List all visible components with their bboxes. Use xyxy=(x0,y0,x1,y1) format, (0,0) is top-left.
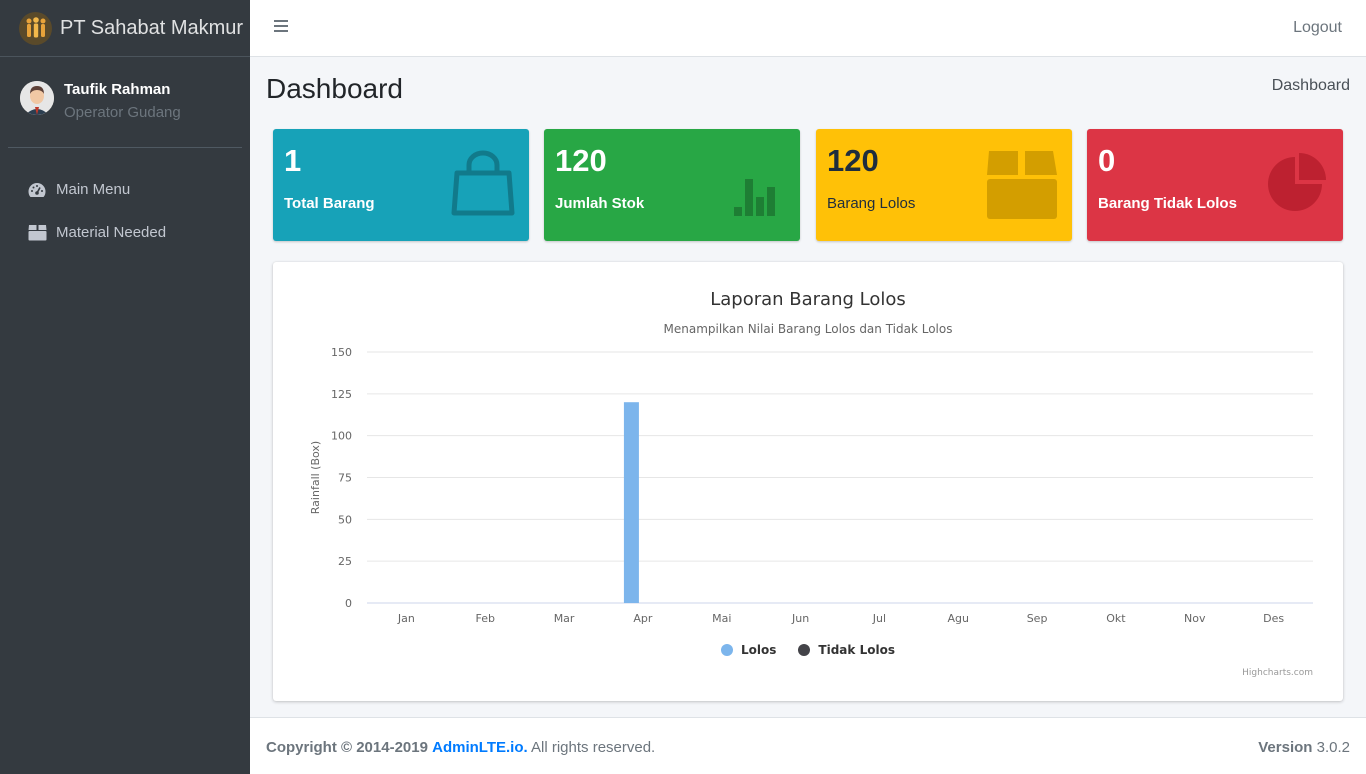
sidebar-item-material-needed[interactable]: Material Needed xyxy=(0,211,250,254)
brand-link[interactable]: PT Sahabat Makmur xyxy=(0,0,250,57)
tachometer-icon xyxy=(27,180,47,200)
copyright-text: Copyright © 2014-2019 xyxy=(266,739,428,756)
y-axis-label: Rainfall (Box) xyxy=(309,441,322,514)
bar-lolos xyxy=(623,402,639,603)
adminlte-link[interactable]: AdminLTE.io. xyxy=(432,739,528,756)
pie-chart-icon xyxy=(1265,149,1329,217)
archive-box-icon xyxy=(987,149,1057,219)
sidebar-item-label: Material Needed xyxy=(56,224,167,241)
stat-label: Total Barang xyxy=(284,195,375,212)
user-panel: Taufik Rahman Operator Gudang xyxy=(8,57,242,148)
legend-item-tidak-lolos[interactable]: Tidak Lolos xyxy=(798,643,895,657)
y-tick-label: 150 xyxy=(331,346,352,359)
user-name[interactable]: Taufik Rahman xyxy=(64,81,181,99)
hamburger-icon[interactable] xyxy=(274,20,288,34)
stat-label: Barang Lolos xyxy=(827,195,916,212)
legend-marker xyxy=(721,644,734,656)
bar-chart-icon xyxy=(722,149,786,217)
stat-value: 0 xyxy=(1098,143,1116,178)
sidebar-item-label: Main Menu xyxy=(56,181,131,198)
shopping-bag-icon xyxy=(451,149,515,217)
legend-label: Lolos xyxy=(741,643,777,657)
chart-card: Laporan Barang Lolos Menampilkan Nilai B… xyxy=(273,262,1343,701)
bar-chart: 0 25 50 75 100 125 150 Rainfall (Box) Jan Feb Mar A… xyxy=(309,346,1313,625)
x-tick-label: Des xyxy=(1263,612,1284,625)
sidebar: PT Sahabat Makmur Taufik Rahman Operator… xyxy=(0,0,250,774)
sidebar-item-main-menu[interactable]: Main Menu xyxy=(0,168,250,211)
y-tick-label: 25 xyxy=(338,555,352,568)
chart-legend: Lolos Tidak Lolos xyxy=(273,643,1343,657)
stat-value: 1 xyxy=(284,143,302,178)
stat-label: Jumlah Stok xyxy=(555,195,645,212)
y-tick-label: 100 xyxy=(331,430,352,443)
stat-value: 120 xyxy=(827,143,879,178)
page-title: Dashboard xyxy=(266,73,403,104)
breadcrumb[interactable]: Dashboard xyxy=(1272,77,1350,95)
stat-box-barang-tidak-lolos[interactable]: 0 Barang Tidak Lolos xyxy=(1087,129,1343,241)
stat-value: 120 xyxy=(555,143,607,178)
x-tick-label: Okt xyxy=(1106,612,1126,625)
x-tick-label: Jan xyxy=(397,612,415,625)
y-tick-label: 0 xyxy=(345,597,352,610)
sidebar-nav: Main Menu Material Needed xyxy=(0,168,250,254)
box-icon xyxy=(27,223,47,243)
legend-label: Tidak Lolos xyxy=(818,643,895,657)
x-tick-label: Nov xyxy=(1184,612,1206,625)
stat-label: Barang Tidak Lolos xyxy=(1098,195,1237,212)
footer: Copyright © 2014-2019 AdminLTE.io. All r… xyxy=(250,717,1366,774)
brand-name: PT Sahabat Makmur xyxy=(60,16,244,39)
x-tick-label: Apr xyxy=(633,612,653,625)
version-number: 3.0.2 xyxy=(1316,739,1350,756)
stat-box-total-barang[interactable]: 1 Total Barang xyxy=(273,129,529,241)
x-tick-label: Jun xyxy=(791,612,809,625)
version-label: Version xyxy=(1258,739,1313,756)
x-tick-label: Sep xyxy=(1027,612,1048,625)
legend-marker xyxy=(798,644,811,656)
x-tick-label: Agu xyxy=(948,612,969,625)
x-tick-label: Mai xyxy=(712,612,731,625)
x-tick-label: Feb xyxy=(476,612,495,625)
top-navbar: Logout xyxy=(250,0,1366,57)
people-group-icon xyxy=(19,11,52,45)
x-tick-label: Mar xyxy=(554,612,575,625)
stat-box-jumlah-stok[interactable]: 120 Jumlah Stok xyxy=(544,129,800,241)
legend-item-lolos[interactable]: Lolos xyxy=(721,643,776,657)
user-role: Operator Gudang xyxy=(64,104,181,121)
y-tick-label: 50 xyxy=(338,513,352,526)
chart-credit[interactable]: Highcharts.com xyxy=(1242,668,1313,678)
avatar[interactable] xyxy=(20,81,54,115)
y-tick-label: 75 xyxy=(338,472,352,485)
x-tick-label: Jul xyxy=(872,612,886,625)
footer-copyright: Copyright © 2014-2019 AdminLTE.io. All r… xyxy=(266,739,655,756)
footer-version: Version 3.0.2 xyxy=(1258,739,1350,756)
stat-box-barang-lolos[interactable]: 120 Barang Lolos xyxy=(816,129,1072,241)
y-tick-label: 125 xyxy=(331,388,352,401)
rights-text: All rights reserved. xyxy=(531,739,656,756)
logout-link[interactable]: Logout xyxy=(1293,19,1342,37)
